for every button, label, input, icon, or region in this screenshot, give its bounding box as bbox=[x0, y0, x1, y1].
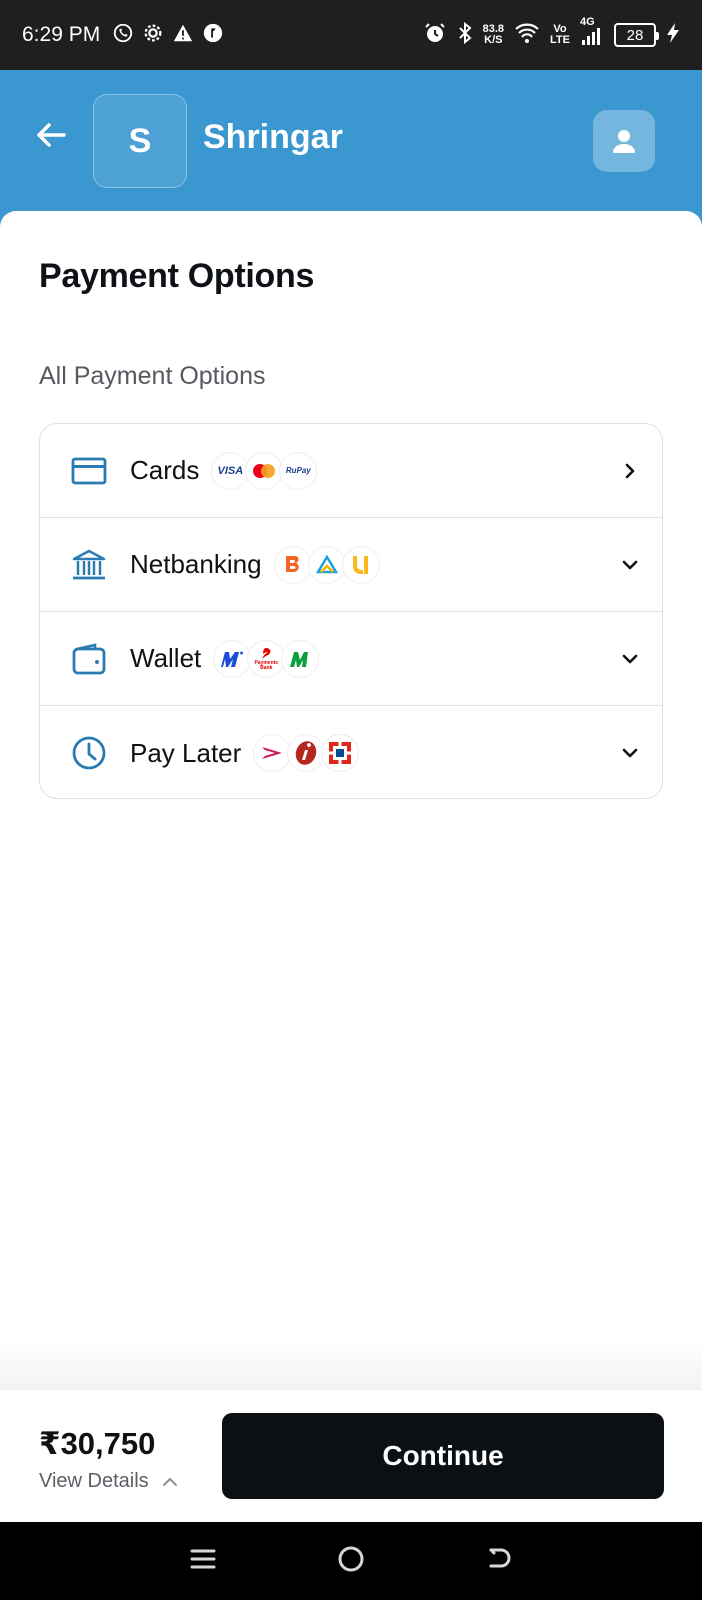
option-label: Wallet bbox=[130, 643, 202, 673]
mobikwik-logo bbox=[213, 639, 252, 678]
option-label: Pay Later bbox=[130, 737, 242, 768]
warning-icon bbox=[172, 22, 194, 48]
option-label: Cards bbox=[130, 455, 200, 485]
volte-bottom: LTE bbox=[550, 34, 570, 46]
whatsapp-icon bbox=[112, 22, 134, 48]
phonepe-icon bbox=[202, 22, 224, 48]
footer-shadow bbox=[0, 1340, 702, 1390]
airtel-payments-bank-logo: Payments Bank bbox=[247, 639, 286, 678]
chevron-down-icon bbox=[618, 741, 642, 765]
merchant-initial: S bbox=[128, 121, 152, 160]
option-label: Netbanking bbox=[130, 549, 262, 579]
net-speed-unit: K/S bbox=[484, 34, 503, 46]
pay-later-logos bbox=[253, 734, 360, 772]
status-time: 6:29 PM bbox=[22, 23, 101, 46]
payment-options-list: Cards VISA RuPay Netbanking Wallet Payme… bbox=[39, 423, 663, 799]
bank-logos bbox=[273, 545, 380, 584]
mastercard-logo bbox=[245, 451, 284, 490]
chevron-up-icon bbox=[162, 1477, 177, 1486]
rupay-logo: RuPay bbox=[279, 451, 318, 490]
signal-icon: 4G bbox=[580, 16, 604, 46]
clock-icon bbox=[70, 734, 108, 772]
checkout-footer: ₹30,750 View Details Continue bbox=[0, 1390, 702, 1522]
chevron-right-icon bbox=[618, 459, 642, 483]
wallet-logos: Payments Bank bbox=[213, 639, 320, 678]
volte-indicator: Vo LTE bbox=[550, 24, 570, 46]
option-wallet[interactable]: Wallet Payments Bank bbox=[40, 612, 662, 706]
system-nav-bar bbox=[0, 1522, 702, 1600]
icici-logo bbox=[287, 734, 326, 772]
profile-button[interactable] bbox=[593, 110, 655, 172]
menu-icon bbox=[190, 1549, 216, 1568]
battery-level: 28 bbox=[626, 26, 644, 44]
total-amount: ₹30,750 bbox=[39, 1426, 156, 1461]
option-cards[interactable]: Cards VISA RuPay bbox=[40, 424, 662, 518]
back-button[interactable] bbox=[30, 114, 72, 156]
merchant-name: Shringar bbox=[203, 118, 343, 156]
user-icon bbox=[613, 130, 635, 153]
system-status-icons: 83.8 K/S Vo LTE 4G 28 bbox=[423, 16, 680, 50]
pnb-logo bbox=[341, 545, 380, 584]
continue-label: Continue bbox=[382, 1440, 504, 1471]
notification-icons bbox=[112, 22, 224, 48]
battery-indicator: 28 bbox=[614, 23, 659, 47]
m-wallet-logo bbox=[281, 639, 320, 678]
section-label: All Payment Options bbox=[39, 362, 266, 390]
bank-of-baroda-logo bbox=[273, 545, 312, 584]
back-arrow-icon bbox=[489, 1548, 511, 1567]
sbi-logo bbox=[307, 545, 346, 584]
wallet-icon bbox=[70, 640, 108, 678]
net-speed: 83.8 K/S bbox=[483, 24, 504, 46]
home-nav-button[interactable] bbox=[336, 1544, 366, 1579]
view-details-toggle[interactable]: View Details bbox=[39, 1470, 179, 1493]
merchant-header: S Shringar bbox=[0, 70, 702, 230]
card-logos: VISA RuPay bbox=[211, 451, 318, 490]
visa-logo: VISA bbox=[211, 451, 250, 490]
network-type: 4G bbox=[580, 16, 595, 28]
back-nav-button[interactable] bbox=[485, 1545, 513, 1578]
status-bar: 6:29 PM 83.8 K/S Vo LTE 4G 28 bbox=[0, 0, 702, 70]
bluetooth-icon bbox=[457, 21, 473, 50]
wifi-icon bbox=[514, 22, 540, 49]
view-details-label: View Details bbox=[39, 1470, 149, 1492]
settings-icon bbox=[142, 22, 164, 48]
rupay-text: RuPay bbox=[285, 466, 311, 475]
lazypay-logo bbox=[253, 734, 292, 772]
bank-icon bbox=[70, 546, 108, 584]
continue-button[interactable]: Continue bbox=[222, 1413, 664, 1499]
option-netbanking[interactable]: Netbanking bbox=[40, 518, 662, 612]
option-pay-later[interactable]: Pay Later bbox=[40, 706, 662, 798]
home-circle-icon bbox=[338, 1546, 364, 1571]
hdfc-logo bbox=[321, 734, 360, 772]
alarm-icon bbox=[423, 21, 447, 50]
merchant-logo: S bbox=[93, 94, 187, 188]
airtel-text: Payments Bank bbox=[254, 659, 279, 671]
payment-sheet: Payment Options All Payment Options Card… bbox=[0, 211, 702, 1391]
chevron-down-icon bbox=[618, 647, 642, 671]
menu-nav-button[interactable] bbox=[189, 1545, 217, 1578]
arrow-left-icon bbox=[37, 123, 66, 147]
visa-text: VISA bbox=[217, 464, 244, 477]
page-title: Payment Options bbox=[39, 257, 315, 295]
card-icon bbox=[70, 452, 108, 490]
charging-icon bbox=[666, 22, 680, 49]
chevron-down-icon bbox=[618, 553, 642, 577]
